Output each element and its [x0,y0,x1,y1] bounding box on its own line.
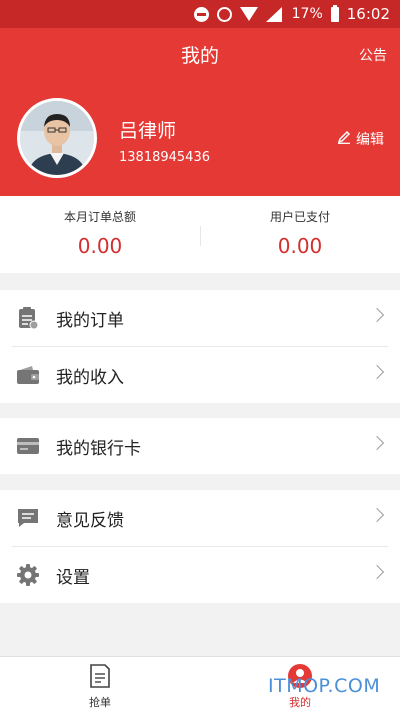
tab-label: 抢单 [89,696,111,709]
menu-group-orders: 我的订单 我的收入 [0,290,400,403]
battery-icon [330,4,339,22]
menu-item-bank-card[interactable]: 我的银行卡 [0,418,400,474]
menu-label: 我的订单 [56,310,124,331]
menu-label: 意见反馈 [56,510,124,531]
signal-icon [265,6,282,22]
stat-user-paid: 用户已支付 0.00 [200,196,400,273]
alarm-icon [216,6,232,22]
profile-header: 我的 公告 吕律师 13818945436 编辑 [0,28,400,196]
stats-divider [200,226,201,246]
user-phone: 13818945436 [119,150,210,165]
document-icon [87,663,113,692]
card-icon [16,434,40,458]
page-title: 我的 [180,45,219,67]
avatar[interactable] [17,98,97,178]
stat-monthly-order-total: 本月订单总额 0.00 [0,196,200,273]
stats-panel: 本月订单总额 0.00 用户已支付 0.00 [0,196,400,273]
status-bar: 17% 16:02 [0,0,400,28]
wifi-icon [239,7,258,21]
menu-group-bank: 我的银行卡 [0,418,400,474]
stat-value: 0.00 [77,234,123,258]
tab-grab-orders[interactable]: 抢单 [0,657,200,711]
message-icon [16,506,40,530]
stat-label: 本月订单总额 [63,210,136,224]
chevron-right-icon [369,507,385,523]
menu-label: 我的银行卡 [56,438,141,459]
menu-label: 我的收入 [56,367,124,388]
stat-value: 0.00 [277,234,323,258]
clock: 16:02 [346,5,390,23]
menu-group-other: 意见反馈 设置 [0,490,400,603]
chevron-right-icon [369,307,385,323]
user-name: 吕律师 [119,120,177,142]
menu-label: 设置 [56,567,90,588]
chevron-right-icon [369,364,385,380]
pencil-icon [337,130,351,148]
chevron-right-icon [369,435,385,451]
wallet-icon [16,363,40,387]
stat-label: 用户已支付 [269,210,330,224]
menu-item-feedback[interactable]: 意见反馈 [0,490,400,546]
notice-button[interactable]: 公告 [359,45,387,65]
watermark: ITMOP.COM [268,675,381,697]
edit-label: 编辑 [356,132,384,148]
chevron-right-icon [369,564,385,580]
do-not-disturb-icon [193,6,209,22]
menu-item-settings[interactable]: 设置 [0,547,400,603]
gear-icon [16,563,40,587]
menu-item-my-income[interactable]: 我的收入 [0,347,400,403]
battery-percent: 17% [291,6,323,22]
clipboard-icon [16,306,40,330]
edit-profile-button[interactable]: 编辑 [337,129,384,149]
menu-item-my-orders[interactable]: 我的订单 [0,290,400,346]
